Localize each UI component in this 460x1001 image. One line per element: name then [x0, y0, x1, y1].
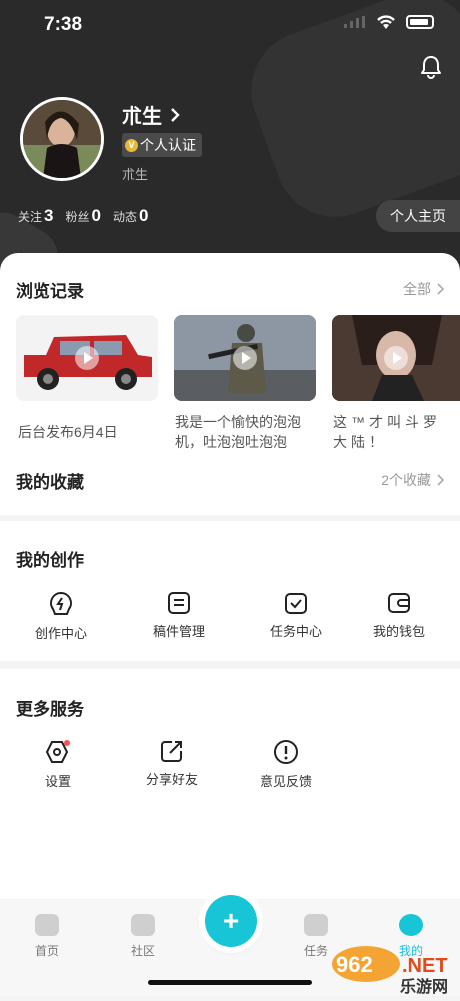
mine-icon — [399, 914, 423, 936]
username-text: 朮生 — [122, 106, 162, 128]
tab-label: 首页 — [34, 944, 59, 958]
status-time: 7:38 — [44, 14, 83, 35]
favorites-title: 我的收藏 — [16, 473, 84, 492]
favorites-count: 2个收藏 — [381, 472, 431, 488]
task-center-button[interactable]: 任务中心 — [251, 591, 341, 640]
stat-label: 粉丝 — [65, 210, 90, 224]
stat-following[interactable]: 关注 3 — [18, 206, 53, 226]
tab-label: 任务 — [303, 944, 328, 958]
creation-label: 我的钱包 — [372, 624, 425, 639]
svg-text:962: 962 — [336, 952, 373, 977]
avatar[interactable] — [20, 97, 104, 181]
wallet-icon — [388, 593, 410, 613]
creation-label: 创作中心 — [34, 626, 87, 641]
stat-value: 0 — [138, 206, 149, 225]
tasks-icon — [304, 914, 328, 936]
stat-value: 0 — [91, 206, 101, 225]
creation-card: 我的创作 创作中心 稿件管理 任务中心 我的钱包 — [0, 521, 460, 661]
share-friends-button[interactable]: 分享好友 — [127, 739, 217, 788]
tab-community[interactable]: 社区 — [113, 914, 173, 959]
stat-label: 关注 — [18, 210, 43, 224]
verify-badge[interactable]: V 个人认证 — [122, 133, 202, 157]
wifi-icon — [377, 15, 395, 29]
service-label: 设置 — [44, 774, 71, 789]
stat-value: 3 — [44, 206, 54, 225]
tab-home[interactable]: 首页 — [17, 914, 77, 959]
creation-center-button[interactable]: 创作中心 — [16, 591, 106, 642]
profile-header: 7:38 朮生 V 个人认证 朮生 关注 3 粉丝 0 动态 0 个人主页 — [0, 0, 460, 280]
play-icon — [384, 346, 408, 370]
svg-text:.NET: .NET — [402, 955, 448, 977]
services-title: 更多服务 — [16, 700, 84, 719]
publish-button[interactable]: + — [205, 895, 257, 947]
status-bar: 7:38 — [0, 0, 460, 50]
home-indicator — [148, 980, 312, 985]
history-thumbnail-3[interactable] — [332, 315, 460, 401]
battery-icon — [406, 15, 434, 29]
stat-followers[interactable]: 粉丝 0 — [65, 206, 100, 226]
settings-button[interactable]: 设置 — [13, 739, 103, 790]
history-all-link[interactable]: 全部 — [403, 279, 444, 299]
history-all-label: 全部 — [403, 281, 431, 297]
signal-icon — [344, 16, 365, 28]
chevron-right-icon — [437, 474, 444, 486]
history-thumbnail-2[interactable] — [174, 315, 316, 401]
manuscript-icon — [168, 592, 190, 614]
play-icon — [233, 346, 257, 370]
wallet-button[interactable]: 我的钱包 — [354, 591, 444, 640]
personal-homepage-button[interactable]: 个人主页 — [376, 200, 460, 232]
username[interactable]: 朮生 — [122, 100, 180, 129]
creation-title: 我的创作 — [16, 551, 84, 570]
services-card: 更多服务 设置 分享好友 意见反馈 — [0, 669, 460, 899]
status-icons — [344, 14, 434, 30]
feedback-button[interactable]: 意见反馈 — [241, 739, 331, 790]
stat-posts[interactable]: 动态 0 — [113, 206, 148, 226]
community-icon — [131, 914, 155, 936]
stat-label: 动态 — [112, 210, 137, 224]
creation-center-icon — [50, 591, 72, 615]
watermark-logo: 962 .NET 乐游网 — [330, 940, 460, 996]
history-title: 浏览记录 — [16, 282, 84, 301]
settings-icon — [45, 740, 70, 763]
manuscript-button[interactable]: 稿件管理 — [134, 591, 224, 640]
history-caption-1: 后台发布6月4日 — [18, 424, 118, 440]
svg-text:乐游网: 乐游网 — [400, 977, 448, 996]
avatar-photo — [23, 100, 101, 178]
chevron-right-icon — [437, 283, 444, 295]
service-label: 分享好友 — [145, 772, 198, 787]
creation-label: 任务中心 — [269, 624, 322, 639]
stats-row: 关注 3 粉丝 0 动态 0 — [18, 206, 148, 226]
history-caption-2: 我是一个愉快的泡泡机，吐泡泡吐泡泡 — [175, 414, 301, 450]
history-caption-3: 这™才叫斗罗大陆！ — [333, 414, 441, 450]
chevron-right-icon — [171, 107, 180, 122]
task-center-icon — [285, 593, 307, 614]
bell-icon[interactable] — [418, 54, 444, 80]
creation-label: 稿件管理 — [152, 624, 205, 639]
tab-label: 社区 — [130, 944, 155, 958]
verify-label: 个人认证 — [140, 137, 196, 153]
verified-icon: V — [125, 138, 138, 152]
feedback-icon — [274, 740, 298, 764]
profile-subname: 朮生 — [122, 167, 149, 182]
history-thumbnail-1[interactable] — [16, 315, 158, 401]
play-icon — [75, 346, 99, 370]
share-icon — [161, 741, 182, 762]
service-label: 意见反馈 — [259, 774, 312, 789]
favorites-count-link[interactable]: 2个收藏 — [381, 470, 444, 490]
home-icon — [35, 914, 59, 936]
